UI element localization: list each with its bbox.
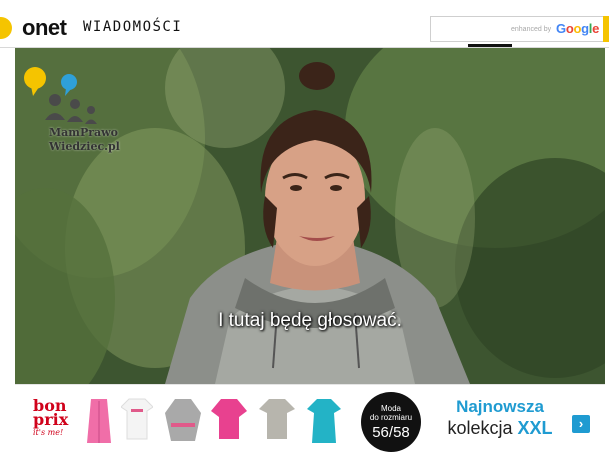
video-subtitle: I tutaj będę głosować. [218, 310, 402, 331]
section-title[interactable]: WIADOMOŚCI [83, 19, 182, 35]
logo-line-1: MamPrawo [49, 126, 118, 139]
badge-line-1: Moda [380, 404, 401, 413]
garment-grey-tee[interactable] [259, 397, 295, 441]
size-badge[interactable]: Moda do rozmiaru 56/58 [361, 392, 421, 452]
garment-pink-blouse[interactable] [211, 397, 247, 441]
search-button[interactable] [603, 16, 609, 42]
logo-wordmark: MamPrawo Wiedziec.pl [49, 126, 120, 154]
garment-pink-coat[interactable] [85, 397, 113, 445]
garment-teal-tunic[interactable] [307, 397, 341, 445]
site-header: onet WIADOMOŚCI enhanced by Google [0, 0, 609, 48]
ad-banner[interactable]: bon prix it's me! Moda do rozmiaru 56/58… [15, 384, 605, 454]
video-player[interactable]: MamPrawo Wiedziec.pl I tutaj będę głosow… [15, 48, 605, 384]
logo-line-2: Wiedziec.pl [49, 140, 120, 153]
badge-line-2: do rozmiaru [369, 413, 413, 422]
search-input[interactable]: enhanced by Google [430, 16, 606, 42]
onet-logo[interactable]: onet [22, 15, 67, 41]
onet-logo-dot[interactable] [0, 17, 12, 39]
headline-line-2: kolekcja XXL [447, 418, 553, 438]
mamprawowiedziec-logo: MamPrawo Wiedziec.pl [23, 66, 123, 153]
ad-headline[interactable]: Najnowsza kolekcja XXL [430, 397, 570, 439]
bonprix-logo[interactable]: bon prix it's me! [33, 398, 73, 438]
garment-grey-sweater[interactable] [165, 397, 201, 443]
brand-line-2: prix [33, 410, 69, 429]
speech-bubbles-icon [24, 67, 97, 124]
chevron-right-icon[interactable]: › [572, 415, 590, 433]
garment-white-tshirt[interactable] [121, 397, 153, 441]
google-logo: Google [556, 21, 600, 36]
enhanced-by-label: enhanced by [511, 26, 552, 33]
brand-tagline: it's me! [33, 428, 64, 437]
badge-size: 56/58 [372, 424, 410, 441]
headline-line-1: Najnowsza [456, 397, 544, 416]
